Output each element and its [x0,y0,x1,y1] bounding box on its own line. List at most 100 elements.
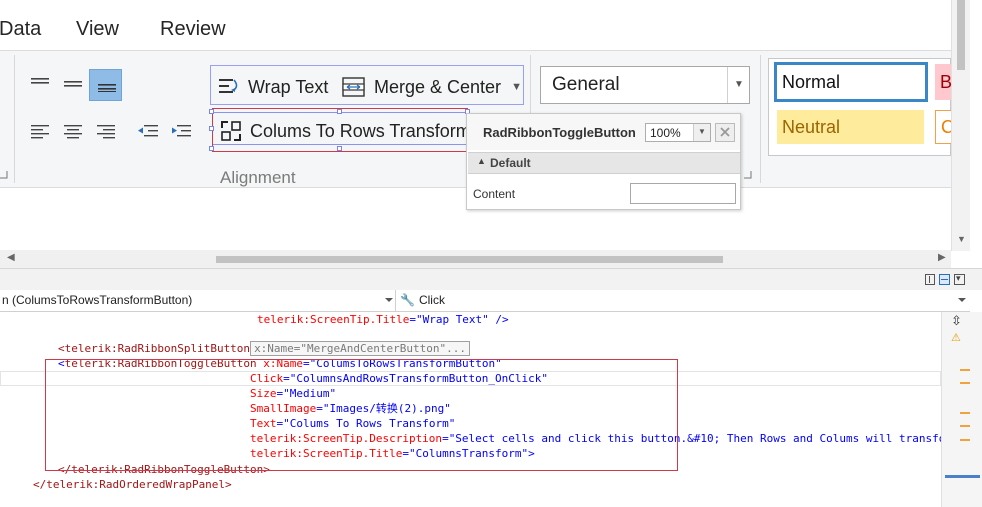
chevron-down-icon: ▼ [734,79,744,90]
group-separator [760,55,761,183]
align-middle-button[interactable] [56,69,89,101]
scrollbar-thumb[interactable] [216,256,723,263]
code-navigation-bar: n (ColumsToRowsTransformButton) 🔧 Click [0,290,970,312]
splitter-bar: ▾ [0,268,982,290]
designer-vertical-scrollbar[interactable]: ▼ [951,0,970,251]
resize-handle[interactable] [209,109,214,114]
increase-indent-button[interactable] [163,115,196,147]
transform-icon [221,121,241,141]
resize-handle[interactable] [209,146,214,151]
split-line [941,279,948,280]
zoom-dropdown-arrow[interactable]: ▼ [693,124,710,141]
designer-horizontal-scrollbar[interactable]: ◀ ▶ [0,250,951,268]
chevron-down-icon: ▾ [956,273,961,283]
code-line: </telerik:RadOrderedWrapPanel> [33,478,232,491]
property-category-label: Default [490,156,531,170]
code-end: /> [488,313,509,326]
align-top-button[interactable] [23,69,56,101]
zoom-combobox[interactable]: 100% ▼ [645,123,711,142]
resize-handle[interactable] [337,146,342,151]
collapse-triangle-icon: ▲ [477,156,486,166]
decrease-indent-icon [138,125,158,137]
align-left-button[interactable] [23,115,56,147]
align-bottom-button[interactable] [89,69,122,101]
split-line [929,276,930,283]
merge-center-icon [342,77,365,97]
property-popup: RadRibbonToggleButton 100% ▼ ▲ Default C… [466,113,741,210]
columns-to-rows-label: Colums To Rows Transform [250,120,471,141]
xaml-code-editor[interactable]: telerik:ScreenTip.Title="Wrap Text" /> <… [0,312,941,507]
change-marker [960,412,970,414]
tab-review[interactable]: Review [160,18,226,41]
code-value: "Wrap Text" [415,313,489,326]
decrease-indent-button[interactable] [130,115,163,147]
scroll-position-marker [945,475,980,478]
split-editor-icon[interactable]: ⇳ [951,313,962,329]
resize-handle[interactable] [337,109,342,114]
event-selector[interactable]: 🔧 Click [398,290,970,311]
style-bad-partial[interactable]: B [935,64,951,100]
element-selector-value: n (ColumsToRowsTransformButton) [2,293,193,307]
scroll-down-icon[interactable]: ▼ [957,234,966,244]
align-bottom-icon [98,84,116,92]
change-marker [960,439,970,441]
scrollbar-thumb[interactable] [957,0,965,70]
increase-indent-icon [172,125,191,137]
wrap-text-button[interactable]: Wrap Text [218,72,328,102]
split-vertical-button[interactable] [925,274,935,285]
collapsed-region-hint[interactable]: x:Name="MergeAndCenterButton"... [250,341,470,356]
style-neutral[interactable]: Neutral [777,110,924,144]
code-attr: telerik:ScreenTip.Title [257,313,410,326]
dialog-launcher-icon[interactable] [744,171,752,179]
chevron-down-icon: ▼ [698,127,706,136]
columns-to-rows-button[interactable]: Colums To Rows Transform [220,116,471,146]
tab-data[interactable]: Data [0,18,41,41]
collapse-pane-button[interactable]: ▾ [954,273,965,285]
chevron-down-icon [385,298,393,302]
property-name: Content [473,187,516,201]
chevron-down-icon[interactable]: ▼ [511,81,522,93]
change-marker [960,369,970,371]
group-label-alignment: Alignment [220,168,296,187]
change-marker [960,382,970,384]
split-horizontal-button[interactable] [939,274,950,285]
wrap-text-label: Wrap Text [248,76,329,97]
align-left-icon [31,125,49,139]
align-center-icon [64,125,82,139]
merge-center-button[interactable]: Merge & Center ▼ [342,72,522,102]
wrap-text-icon [219,79,238,93]
editor-overview-margin[interactable]: ⇳ ⚠ [941,312,982,507]
wrench-icon: 🔧 [400,293,415,307]
property-category[interactable]: ▲ Default [468,152,740,174]
align-middle-icon [64,81,82,87]
align-right-icon [97,125,115,139]
chevron-down-icon [958,298,966,302]
code-line: telerik:ScreenTip.Title="Wrap Text" /> [257,312,509,327]
dialog-launcher-icon[interactable] [0,171,8,179]
style-calc-partial[interactable]: C [935,110,951,144]
number-format-dropdown[interactable]: General ▼ [540,66,750,104]
align-right-button[interactable] [89,115,122,147]
code-tag: <telerik:RadRibbonSplitButton [58,342,251,355]
style-normal[interactable]: Normal [774,62,928,102]
scroll-right-icon[interactable]: ▶ [938,252,946,263]
element-selector[interactable]: n (ColumsToRowsTransformButton) [0,290,396,311]
warning-icon: ⚠ [951,332,961,344]
code-highlight-frame [45,359,678,471]
content-property-input[interactable] [630,183,736,204]
resize-handle[interactable] [209,126,214,131]
scroll-left-icon[interactable]: ◀ [7,252,15,263]
group-separator [14,55,15,183]
close-icon [720,127,730,137]
merge-center-label: Merge & Center [374,76,502,97]
change-marker [960,425,970,427]
number-format-arrow[interactable]: ▼ [727,67,749,103]
align-top-icon [31,78,49,84]
popup-header: RadRibbonToggleButton 100% ▼ [467,114,740,150]
number-format-value: General [552,74,620,95]
popup-title: RadRibbonToggleButton [483,125,636,140]
popup-close-button[interactable] [715,123,735,142]
tab-view[interactable]: View [76,18,119,41]
code-line: <telerik:RadRibbonSplitButton x:Name="Mer… [58,341,470,356]
align-center-button[interactable] [56,115,89,147]
